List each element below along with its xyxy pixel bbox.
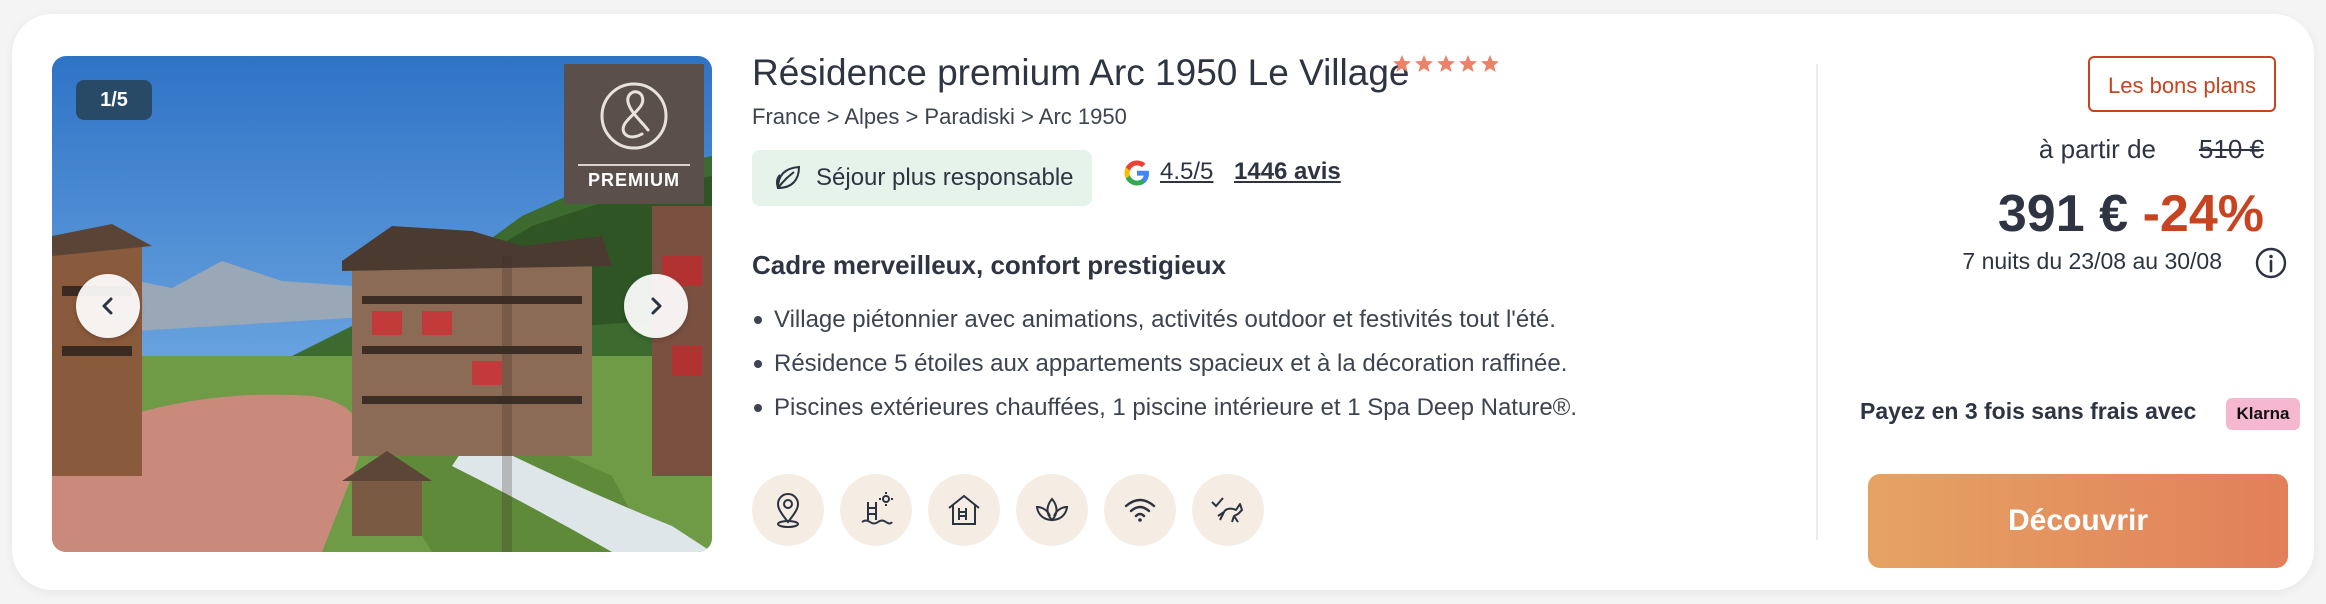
amenities-row (752, 474, 1264, 546)
current-price: 391 € (1997, 185, 2128, 243)
amenity-spa (1016, 474, 1088, 546)
premium-badge: PREMIUM (564, 64, 704, 204)
amenity-location (752, 474, 824, 546)
reviews-link[interactable]: 1446 avis (1234, 158, 1341, 186)
spa-lotus-icon (1035, 497, 1069, 522)
list-item-text: Village piétonnier avec animations, acti… (774, 306, 1556, 333)
google-icon (1124, 160, 1149, 186)
info-icon[interactable] (2254, 246, 2288, 280)
stay-dates: 7 nuits du 23/08 au 30/08 (1962, 248, 2222, 274)
star-icon (1459, 55, 1477, 72)
indoor-pool-icon (948, 494, 980, 525)
eco-label: Séjour plus responsable (752, 150, 1092, 206)
amenity-indoor-pool (928, 474, 1000, 546)
outdoor-pool-icon (861, 492, 893, 525)
listing-card[interactable]: 1/5 PREMIUM Résidence premium Arc 1950 L… (12, 14, 2314, 590)
premium-logo-icon (600, 82, 668, 150)
original-price: 510 € (2198, 134, 2264, 164)
star-icon (1437, 55, 1455, 72)
list-item-text: Résidence 5 étoiles aux appartements spa… (774, 350, 1568, 377)
highlights-list: Village piétonnier avec animations, acti… (752, 298, 1577, 430)
google-rating[interactable]: 4.5/5 (1160, 158, 1213, 186)
leaf-icon (775, 165, 801, 190)
pets-allowed-icon (1211, 497, 1243, 523)
star-icon (1415, 55, 1433, 72)
star-icon (1481, 55, 1499, 72)
location-pin-icon (776, 493, 800, 528)
discover-button[interactable]: Découvrir (1868, 474, 2288, 568)
previous-photo-button[interactable] (76, 274, 140, 338)
discount-badge: -24% (2142, 185, 2264, 243)
amenity-outdoor-pool (840, 474, 912, 546)
next-photo-button[interactable] (624, 274, 688, 338)
wifi-icon (1124, 498, 1156, 522)
section-divider (1816, 64, 1818, 540)
list-item: Résidence 5 étoiles aux appartements spa… (752, 342, 1577, 386)
star-icon (1393, 55, 1411, 72)
installment-text: Payez en 3 fois sans frais avec (1860, 398, 2197, 424)
hotel-photo[interactable]: 1/5 PREMIUM (52, 56, 712, 552)
chevron-left-icon (102, 297, 113, 315)
list-item: Piscines extérieures chauffées, 1 piscin… (752, 386, 1577, 430)
deals-tag: Les bons plans (2088, 56, 2276, 112)
listing-title[interactable]: Résidence premium Arc 1950 Le Village (752, 52, 1409, 94)
eco-label-text: Séjour plus responsable (816, 164, 1074, 191)
list-item-text: Piscines extérieures chauffées, 1 piscin… (774, 394, 1578, 421)
breadcrumb: France > Alpes > Paradiski > Arc 1950 (752, 104, 1127, 129)
star-rating (1392, 54, 1500, 74)
amenity-wifi (1104, 474, 1176, 546)
photo-counter: 1/5 (76, 80, 152, 120)
badge-divider (578, 164, 690, 166)
list-item: Village piétonnier avec animations, acti… (752, 298, 1577, 342)
description-heading: Cadre merveilleux, confort prestigieux (752, 250, 1226, 280)
from-label: à partir de (2038, 134, 2156, 164)
badge-label: PREMIUM (588, 170, 680, 190)
klarna-logo: Klarna (2226, 398, 2300, 430)
chevron-right-icon (651, 297, 662, 315)
amenity-pets (1192, 474, 1264, 546)
